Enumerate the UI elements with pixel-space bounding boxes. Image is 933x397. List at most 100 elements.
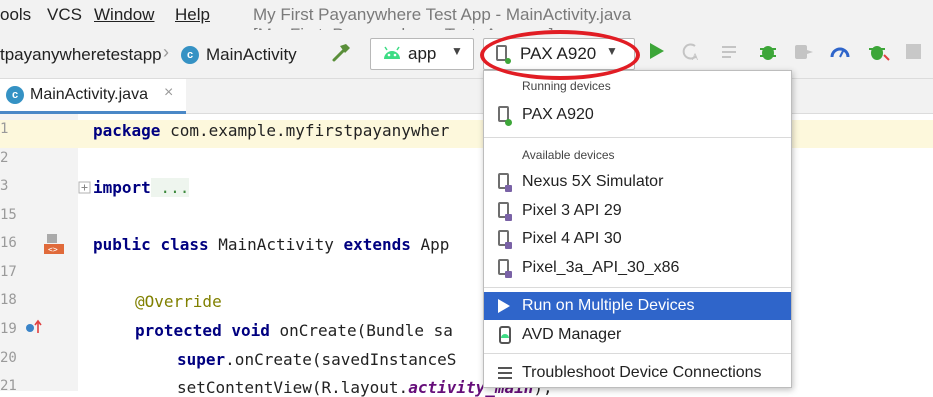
- menu-item-window[interactable]: Window: [94, 5, 154, 25]
- code-line-package: package com.example.myfirstpayanywher: [93, 121, 449, 140]
- line-number: 15: [0, 207, 17, 223]
- fold-toggle-icon[interactable]: [78, 180, 92, 199]
- keyword: void: [231, 321, 270, 340]
- divider: [484, 353, 791, 354]
- debug-icon[interactable]: [758, 41, 778, 68]
- keyword: protected: [135, 321, 222, 340]
- line-number-gutter: 1 2 3 15 16 17 18 19 20 21 <>: [0, 114, 92, 394]
- keyword: class: [160, 235, 209, 254]
- code-text: com.example.myfirstpayanywher: [160, 121, 450, 140]
- device-item-label: Nexus 5X Simulator: [522, 173, 664, 190]
- play-icon: [497, 298, 511, 319]
- list-icon: [497, 366, 513, 385]
- code-text: MainActivity: [208, 235, 344, 254]
- line-number: 2: [0, 150, 9, 166]
- override-marker-icon[interactable]: [25, 319, 45, 339]
- code-line-method: protected void onCreate(Bundle sa: [135, 321, 453, 340]
- chevron-down-icon: ▼: [606, 44, 618, 58]
- code-line-annotation: @Override: [135, 292, 222, 311]
- debug-attach-bug-icon[interactable]: [867, 41, 891, 68]
- line-number: 3: [0, 178, 9, 194]
- keyword: super: [177, 350, 226, 369]
- build-hammer-icon[interactable]: [330, 41, 354, 70]
- keyword: extends: [343, 235, 411, 254]
- emulator-badge-icon: [505, 271, 512, 278]
- folded-imports[interactable]: ...: [150, 178, 190, 197]
- breadcrumb-project[interactable]: tpayanywheretestapp: [0, 45, 162, 65]
- menu-item-help[interactable]: Help: [175, 5, 210, 25]
- emulator-badge-icon: [505, 214, 512, 221]
- keyword: package: [93, 121, 161, 140]
- divider: [484, 137, 791, 138]
- device-selector[interactable]: PAX A920 ▼: [483, 38, 635, 70]
- chevron-down-icon: ▼: [451, 44, 463, 58]
- line-number: 18: [0, 292, 17, 308]
- device-item-label: Pixel 4 API 30: [522, 230, 622, 247]
- emulator-badge-icon: [505, 242, 512, 249]
- device-item-pixel-4[interactable]: Pixel 4 API 30: [484, 225, 791, 253]
- run-configuration-selector[interactable]: app ▼: [370, 38, 474, 70]
- current-line-highlight: [0, 120, 78, 148]
- device-item-label: Pixel_3a_API_30_x86: [522, 259, 680, 276]
- tab-main-activity[interactable]: c MainActivity.java ×: [0, 79, 186, 114]
- close-icon[interactable]: ×: [164, 84, 173, 102]
- breadcrumb-class[interactable]: MainActivity: [206, 45, 297, 65]
- keyword: import: [93, 178, 151, 197]
- menu-bar: ools VCS Window Help My First Payanywher…: [0, 0, 933, 44]
- device-item-nexus-5x[interactable]: Nexus 5X Simulator: [484, 168, 791, 196]
- running-dot-icon: [505, 119, 512, 126]
- device-selector-label: PAX A920: [520, 44, 597, 63]
- menu-item-label: AVD Manager: [522, 326, 622, 343]
- line-number: 19: [0, 321, 17, 337]
- class-icon: c: [181, 46, 199, 64]
- device-item-label: Pixel 3 API 29: [522, 202, 622, 219]
- stop-icon[interactable]: [906, 44, 921, 59]
- code-line-import: import ...: [93, 178, 190, 197]
- code-text: .onCreate(savedInstanceS: [225, 350, 457, 369]
- device-item-label: PAX A920: [522, 106, 594, 123]
- config-label: app: [408, 44, 437, 63]
- device-item-pixel-3[interactable]: Pixel 3 API 29: [484, 197, 791, 225]
- class-icon: c: [6, 86, 24, 104]
- svg-text:<>: <>: [48, 245, 58, 254]
- avd-manager-icon: [496, 326, 514, 349]
- menu-item-tools[interactable]: ools: [0, 5, 31, 25]
- apply-code-changes-icon[interactable]: [720, 43, 742, 68]
- code-line-super: super.onCreate(savedInstanceS: [177, 350, 456, 369]
- svg-text:A: A: [692, 52, 698, 62]
- android-icon: [381, 44, 403, 67]
- menu-item-vcs[interactable]: VCS: [47, 5, 82, 25]
- line-number: 20: [0, 350, 17, 366]
- line-number: 21: [0, 378, 17, 394]
- attach-debugger-icon[interactable]: [793, 42, 815, 67]
- layout-file-icon[interactable]: <>: [43, 233, 65, 259]
- breadcrumb-chevron-icon: ›: [163, 42, 169, 62]
- menu-item-label: Run on Multiple Devices: [522, 297, 695, 314]
- running-devices-header: Running devices: [522, 79, 611, 93]
- run-icon[interactable]: [648, 41, 666, 66]
- device-item-pax-a920[interactable]: PAX A920: [484, 101, 791, 129]
- device-item-pixel-3a[interactable]: Pixel_3a_API_30_x86: [484, 254, 791, 282]
- run-on-multiple-devices-item[interactable]: Run on Multiple Devices: [484, 292, 791, 320]
- avd-manager-item[interactable]: AVD Manager: [484, 321, 791, 349]
- device-dropdown-popup: Running devices PAX A920 Available devic…: [483, 70, 792, 388]
- divider: [484, 287, 791, 288]
- troubleshoot-item[interactable]: Troubleshoot Device Connections: [484, 359, 791, 387]
- profile-icon[interactable]: [829, 42, 851, 65]
- tab-label: MainActivity.java: [30, 86, 148, 103]
- keyword: public: [93, 235, 151, 254]
- code-line-class: public class MainActivity extends App: [93, 235, 449, 254]
- running-dot-icon: [505, 58, 511, 64]
- apply-changes-icon[interactable]: A: [681, 42, 703, 67]
- available-devices-header: Available devices: [522, 148, 615, 162]
- code-text: setContentView(R.layout.: [177, 378, 409, 397]
- line-number: 1: [0, 121, 9, 137]
- navigation-toolbar: tpayanywheretestapp › c MainActivity app…: [0, 30, 933, 79]
- code-text: App: [410, 235, 450, 254]
- code-text: onCreate(Bundle sa: [269, 321, 453, 340]
- line-number: 17: [0, 264, 17, 280]
- line-number: 16: [0, 235, 17, 251]
- editor-tab-bar: c MainActivity.java ×: [0, 79, 933, 114]
- emulator-badge-icon: [505, 185, 512, 192]
- menu-item-label: Troubleshoot Device Connections: [522, 364, 762, 381]
